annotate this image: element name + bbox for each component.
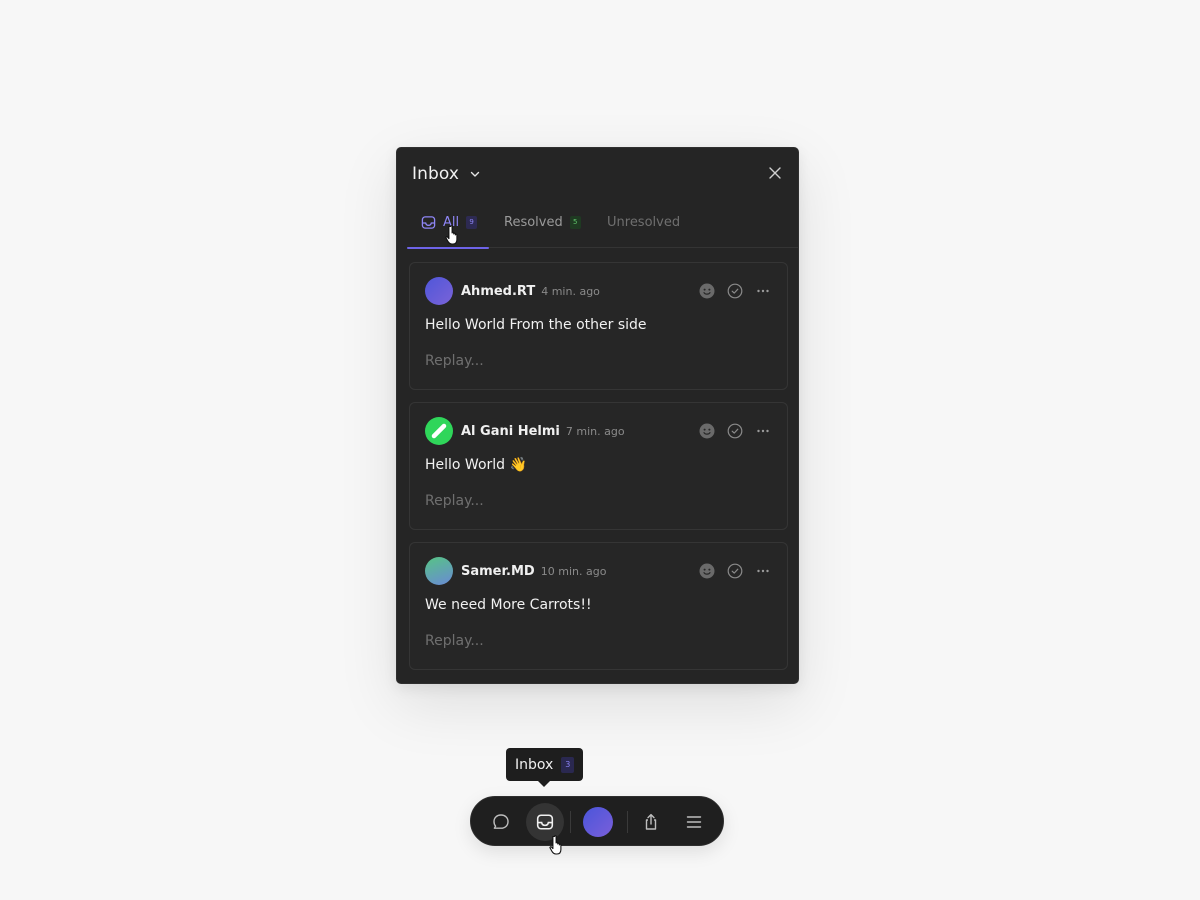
reply-input[interactable]	[425, 633, 765, 649]
tab-all-count: 9	[466, 215, 478, 229]
avatar[interactable]	[425, 417, 453, 445]
inbox-tooltip: Inbox 3	[506, 748, 584, 787]
chat-bubble-icon[interactable]	[486, 807, 516, 837]
menu-icon[interactable]	[679, 807, 709, 837]
tab-unresolved[interactable]: Unresolved	[607, 204, 680, 248]
inbox-header[interactable]: Inbox	[412, 162, 481, 186]
avatar[interactable]	[425, 277, 453, 305]
emoji-reaction-icon[interactable]	[699, 423, 715, 439]
active-tab-indicator	[407, 247, 489, 249]
resolve-check-icon[interactable]	[727, 563, 743, 579]
comment-time: 7 min. ago	[565, 424, 625, 438]
tab-resolved-label: Resolved	[504, 214, 563, 230]
comment-time: 10 min. ago	[540, 564, 607, 578]
resolve-check-icon[interactable]	[727, 423, 743, 439]
more-options-icon[interactable]	[755, 283, 771, 299]
more-options-icon[interactable]	[755, 423, 771, 439]
share-icon[interactable]	[636, 807, 666, 837]
hand-cursor-icon	[547, 834, 565, 856]
avatar[interactable]	[583, 807, 613, 837]
chevron-down-icon[interactable]	[469, 168, 481, 180]
comment-time: 4 min. ago	[541, 284, 600, 298]
panel-title: Inbox	[412, 164, 460, 184]
tooltip-label: Inbox	[515, 756, 554, 773]
toolbar-divider	[627, 811, 628, 833]
tooltip-count: 3	[561, 756, 575, 773]
comment-card: Samer.MD 10 min. ago We need More Carrot…	[409, 542, 788, 670]
tab-unresolved-label: Unresolved	[607, 214, 681, 230]
tab-bar: All 9 Resolved 5 Unresolved	[407, 204, 798, 249]
inbox-icon	[421, 215, 436, 230]
tooltip-arrow	[538, 781, 550, 787]
reply-input[interactable]	[425, 493, 765, 509]
resolve-check-icon[interactable]	[727, 283, 743, 299]
toolbar-divider	[570, 811, 571, 833]
more-options-icon[interactable]	[755, 563, 771, 579]
comment-author: Al Gani Helmi	[461, 423, 560, 439]
comment-card: Al Gani Helmi 7 min. ago Hello World 👋	[409, 402, 788, 530]
inbox-panel: Inbox All 9 Resolved 5 Unresolved Ahmed.…	[396, 147, 799, 684]
tab-resolved[interactable]: Resolved 5	[504, 204, 581, 248]
comment-author: Ahmed.RT	[461, 283, 536, 299]
avatar[interactable]	[425, 557, 453, 585]
floating-toolbar	[470, 796, 724, 846]
comment-message: We need More Carrots!!	[425, 597, 592, 613]
comment-message: Hello World From the other side	[425, 317, 647, 333]
reply-input[interactable]	[425, 353, 765, 369]
comment-message: Hello World 👋	[425, 457, 527, 473]
emoji-reaction-icon[interactable]	[699, 563, 715, 579]
hand-cursor-icon	[443, 224, 461, 246]
emoji-reaction-icon[interactable]	[699, 283, 715, 299]
comment-card: Ahmed.RT 4 min. ago Hello World From the…	[409, 262, 788, 390]
comment-author: Samer.MD	[461, 563, 535, 579]
close-icon[interactable]	[768, 166, 782, 180]
tab-resolved-count: 5	[569, 215, 581, 229]
